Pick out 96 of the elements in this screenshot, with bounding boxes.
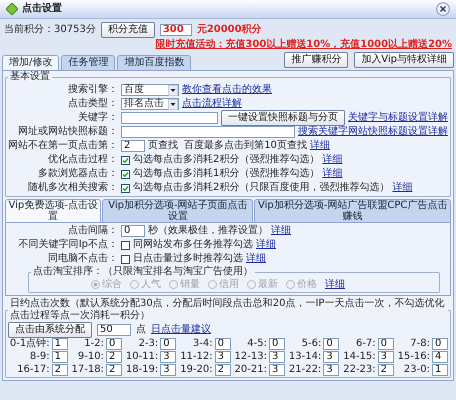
hour-label: 6-7: bbox=[354, 338, 376, 350]
field-label: 不同关键字同Ip不点： bbox=[18, 239, 118, 251]
checkbox[interactable] bbox=[121, 170, 130, 178]
group-title: 日约点击次数（默认系统分配30点，分配后时间段点击总和20点，一IP一天点击一次，不勾选优化点击过程等点一次消耗一积分） bbox=[9, 298, 446, 322]
help-link[interactable]: 详细 bbox=[322, 154, 342, 166]
tab[interactable]: 任务管理 bbox=[61, 55, 116, 70]
hour-label: 19-20: bbox=[179, 364, 213, 376]
hour-label: 9-10: bbox=[76, 351, 104, 363]
header-button[interactable]: 加入Vip与特权详细 bbox=[354, 52, 454, 68]
field-label: 点击类型： bbox=[67, 98, 118, 110]
option-text: 页查找 bbox=[148, 140, 178, 152]
hour-label: 10-11: bbox=[124, 351, 158, 363]
help-link[interactable]: 详细 bbox=[310, 140, 330, 152]
radio-label: 信用 bbox=[219, 278, 239, 290]
text-field[interactable] bbox=[121, 112, 218, 124]
dropdown[interactable]: 百度 bbox=[121, 84, 179, 96]
title-setup-button[interactable]: 一键设置快照标题与分页 bbox=[221, 110, 345, 126]
field-label: 同电脑不点击： bbox=[47, 253, 118, 265]
option-text: 日点击量过多时推荐勾选 bbox=[133, 253, 243, 265]
help-link[interactable]: 点击流程详解 bbox=[182, 98, 242, 110]
auto-assign-button[interactable]: 点击由系统分配 bbox=[8, 322, 92, 338]
radio-label: 价格 bbox=[297, 278, 317, 290]
amount-note: 元20000积分 bbox=[196, 24, 262, 36]
number-field[interactable]: 1 bbox=[432, 364, 448, 376]
checkbox[interactable] bbox=[121, 156, 130, 164]
window-title: 点击设置 bbox=[22, 3, 63, 15]
hour-label: 5-6: bbox=[300, 338, 322, 350]
number-field[interactable]: 1 bbox=[52, 338, 68, 350]
field-label: 搜索引擎： bbox=[67, 84, 118, 96]
recharge-button[interactable]: 积分充值 bbox=[100, 22, 155, 38]
field-label: 网站不在第一页点击第： bbox=[8, 140, 118, 152]
hour-label: 0-1点钟: bbox=[8, 338, 50, 350]
checkbox[interactable] bbox=[121, 184, 130, 192]
help-link[interactable]: 日点击量建议 bbox=[151, 324, 211, 336]
hour-label: 20-21: bbox=[234, 364, 267, 376]
hour-label: 18-19: bbox=[124, 364, 158, 376]
option-text: 同网站发布多任务推荐勾选 bbox=[133, 239, 253, 251]
hour-label: 22-23: bbox=[342, 364, 376, 376]
header-button[interactable]: 推广赚积分 bbox=[284, 52, 348, 68]
tab[interactable]: 增加/修改 bbox=[2, 55, 60, 70]
hour-label: 23-0: bbox=[402, 364, 430, 376]
hour-label: 15-16: bbox=[396, 351, 430, 363]
radio-label: 销量 bbox=[180, 278, 200, 290]
hour-label: 17-18: bbox=[70, 364, 104, 376]
hour-label: 3-4: bbox=[192, 338, 213, 350]
option-text: 勾选每点击多消耗2积分（强烈推荐勾选） bbox=[133, 154, 320, 166]
radio-label: 综合 bbox=[102, 278, 122, 290]
help-link[interactable]: 关键字与标题设置详解 bbox=[348, 112, 448, 124]
option-text: 勾选每点击多消耗1积分（强烈推荐勾选） bbox=[133, 168, 320, 180]
help-link[interactable]: 详细 bbox=[271, 225, 291, 237]
field-label: 优化点击过程： bbox=[47, 154, 118, 166]
hour-label: 16-17: bbox=[16, 364, 50, 376]
text-field[interactable] bbox=[121, 126, 295, 138]
hour-label: 11-12: bbox=[179, 351, 213, 363]
help-link[interactable]: 详细 bbox=[246, 253, 266, 265]
help-link[interactable]: 详细 bbox=[256, 239, 276, 251]
hour-label: 7-8: bbox=[409, 338, 430, 350]
hour-label: 8-9: bbox=[28, 351, 50, 363]
tab[interactable]: Vip免费选项-点击设置 bbox=[5, 199, 102, 222]
field-label: 随机多次相关搜索： bbox=[27, 182, 118, 194]
field-label: 关键字： bbox=[77, 112, 118, 124]
checkbox[interactable] bbox=[121, 254, 130, 264]
help-link[interactable]: 搜索关键字网站快照标题设置详解 bbox=[298, 126, 448, 138]
hour-label: 14-15: bbox=[342, 351, 376, 363]
help-link[interactable]: 详细 bbox=[322, 168, 342, 180]
radio-label: 最新 bbox=[258, 278, 278, 290]
hour-label: 21-22: bbox=[288, 364, 322, 376]
group-title: 点击淘宝排序：（只限淘宝排名与淘宝广告使用） bbox=[32, 266, 254, 278]
hour-label: 13-14: bbox=[288, 351, 322, 363]
help-link[interactable]: 详细 bbox=[392, 182, 412, 194]
tab[interactable]: Vip加积分选项-网站广告联盟CPC广告点击赚钱 bbox=[254, 199, 451, 222]
hour-label: 4-5: bbox=[246, 338, 267, 350]
note-text: 百度最多点击到第10页查找 bbox=[183, 140, 307, 152]
diamond-icon bbox=[6, 3, 18, 15]
hour-label: 12-13: bbox=[234, 351, 267, 363]
field-label: 点击间隔： bbox=[67, 225, 118, 237]
number-field[interactable]: 1 bbox=[52, 351, 68, 363]
dropdown-arrow-icon[interactable] bbox=[168, 98, 178, 110]
tab[interactable]: Vip加积分选项-网站子页面点击设置 bbox=[102, 199, 254, 222]
number-field[interactable]: 4 bbox=[432, 351, 448, 363]
checkbox[interactable] bbox=[121, 240, 130, 250]
close-icon[interactable] bbox=[436, 2, 450, 16]
hour-label: 1-2: bbox=[83, 338, 104, 350]
field-label: 网址或网站快照标题： bbox=[17, 126, 118, 138]
dropdown[interactable]: 排名点击 bbox=[121, 98, 179, 110]
field-label: 多款浏览器点击： bbox=[37, 168, 118, 180]
dropdown-arrow-icon[interactable] bbox=[168, 84, 178, 96]
group-title: 基本设置 bbox=[9, 71, 51, 83]
unit-text: 点 bbox=[136, 324, 146, 336]
option-text: 秒（效果极佳，推荐设置） bbox=[148, 225, 268, 237]
points-text: 当前积分：30753分 bbox=[4, 24, 96, 36]
radio-label: 人气 bbox=[141, 278, 161, 290]
hour-label: 2-3: bbox=[138, 338, 158, 350]
tab[interactable]: 增加百度指数 bbox=[117, 55, 192, 70]
option-text: 勾选每点击多消耗2积分（只限百度使用，强烈推荐勾选） bbox=[133, 182, 390, 194]
help-link[interactable]: 教你查看点击的效果 bbox=[182, 84, 272, 96]
